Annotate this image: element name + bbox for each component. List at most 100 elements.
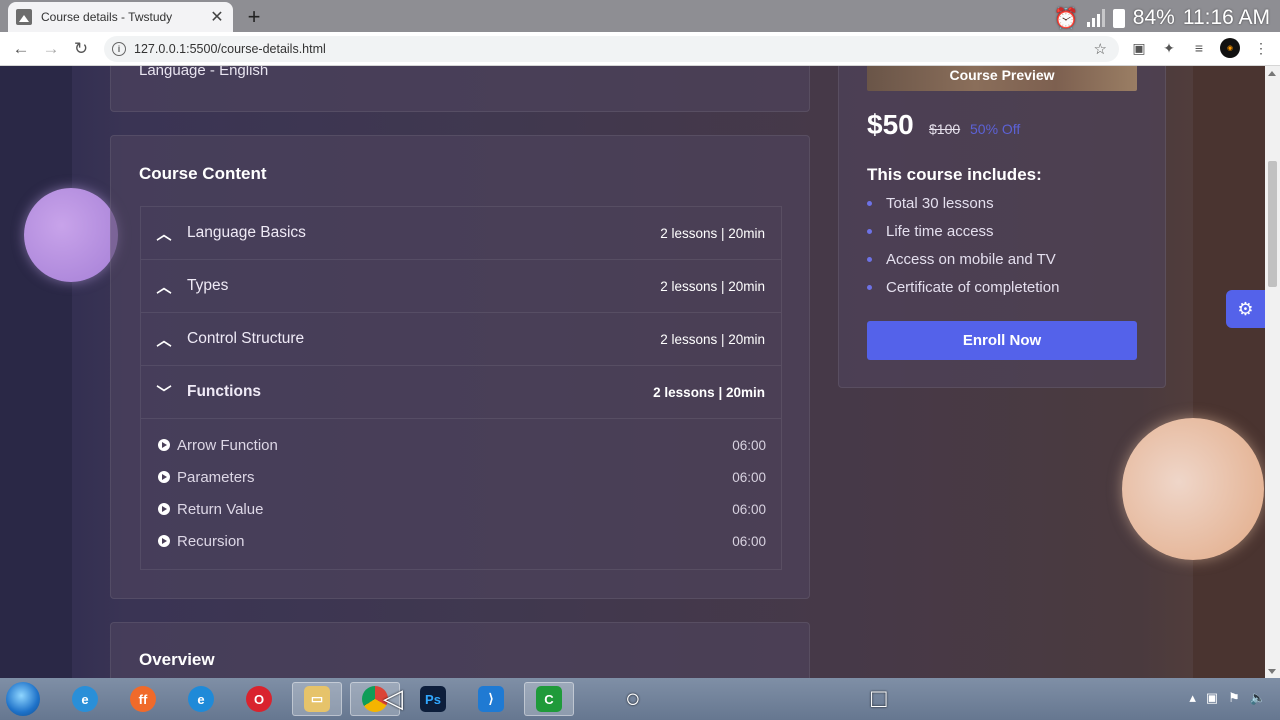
taskbar-vscode[interactable]: ⟩	[466, 682, 516, 716]
section-meta: 2 lessons | 20min	[660, 331, 765, 347]
includes-text: Life time access	[886, 223, 994, 240]
bullet-icon	[867, 201, 872, 206]
section-title: Types	[187, 277, 229, 294]
lesson-item[interactable]: Return Value 06:00	[158, 497, 766, 521]
tray-arrow-icon[interactable]: ▴	[1189, 690, 1196, 706]
taskbar-camtasia[interactable]: C	[524, 682, 574, 716]
overview-card: Overview	[110, 622, 810, 678]
left-decor-strip	[0, 66, 72, 678]
new-tab-icon[interactable]: +	[244, 4, 264, 30]
forward-arrow-icon[interactable]: →	[36, 39, 66, 59]
decorative-bubble-left	[24, 188, 118, 282]
section-meta: 2 lessons | 20min	[660, 278, 765, 294]
course-preview-label: Course Preview	[949, 67, 1055, 83]
settings-gear-icon[interactable]: ⚙	[1226, 290, 1265, 328]
scroll-up-arrow-icon[interactable]	[1268, 71, 1276, 76]
purchase-card: Course Preview $50 $100 50% Off This cou…	[838, 66, 1166, 388]
android-recents-icon[interactable]: □	[871, 683, 887, 714]
camtasia-icon: C	[536, 686, 562, 712]
course-preview-image[interactable]: Course Preview	[867, 66, 1137, 91]
extension-toolbar: ▣ ✦ ≡ ◉ ⋮	[1130, 38, 1270, 58]
signal-icon	[1086, 9, 1105, 27]
bookmark-star-icon[interactable]: ☆	[1094, 40, 1107, 58]
section-title: Functions	[187, 383, 262, 400]
bullet-icon	[867, 257, 872, 262]
taskbar-edge[interactable]: e	[176, 682, 226, 716]
play-circle-icon	[158, 503, 170, 515]
price-original: $100	[929, 121, 961, 137]
course-accordion: ︿ Language Basics 2 lessons | 20min ︿ Ty…	[140, 206, 782, 570]
overview-title: Overview	[139, 650, 215, 669]
volume-icon[interactable]: 🔈	[1250, 690, 1266, 706]
section-meta: 2 lessons | 20min	[653, 384, 765, 400]
browser-tab[interactable]: Course details - Twstudy ✕	[8, 2, 233, 32]
accordion-section-control-structure[interactable]: ︿ Control Structure 2 lessons | 20min	[141, 313, 781, 366]
chevron-down-icon: ﹀	[156, 384, 172, 402]
battery-level: 84%	[1132, 6, 1175, 29]
scroll-down-arrow-icon[interactable]	[1268, 669, 1276, 674]
photoshop-icon: Ps	[420, 686, 446, 712]
lesson-item[interactable]: Arrow Function 06:00	[158, 433, 766, 457]
enroll-now-button[interactable]: Enroll Now	[867, 321, 1137, 360]
android-back-icon[interactable]: ◁	[383, 683, 403, 714]
course-content-title: Course Content	[139, 164, 267, 183]
course-content-card: Course Content ︿ Language Basics 2 lesso…	[110, 135, 810, 599]
battery-icon	[1112, 8, 1125, 28]
lesson-item[interactable]: Recursion 06:00	[158, 529, 766, 553]
profile-avatar[interactable]: ◉	[1220, 38, 1240, 58]
image-favicon-icon	[16, 9, 32, 25]
bullet-icon	[867, 229, 872, 234]
bullet-icon	[867, 285, 872, 290]
right-decor-strip	[1193, 66, 1265, 678]
accordion-section-language-basics[interactable]: ︿ Language Basics 2 lessons | 20min	[141, 207, 781, 260]
folder-icon: ▭	[304, 686, 330, 712]
chevron-up-icon: ︿	[156, 225, 172, 243]
clock: 11:16 AM	[1182, 6, 1270, 29]
camera-icon[interactable]: ▣	[1130, 40, 1148, 57]
puzzle-extensions-icon[interactable]: ✦	[1160, 40, 1178, 57]
lesson-item[interactable]: Parameters 06:00	[158, 465, 766, 489]
info-icon[interactable]: i	[112, 42, 126, 56]
internet-explorer-icon: e	[72, 686, 98, 712]
includes-item: Certificate of completetion	[867, 279, 1059, 296]
chevron-up-icon: ︿	[156, 278, 172, 296]
url-field[interactable]: i 127.0.0.1:5500/course-details.html ☆	[104, 36, 1119, 62]
section-title: Language Basics	[187, 224, 306, 241]
section-title: Control Structure	[187, 330, 305, 347]
taskbar-explorer[interactable]: ▭	[292, 682, 342, 716]
taskbar-photoshop[interactable]: Ps	[408, 682, 458, 716]
network-icon[interactable]: ▣	[1206, 690, 1218, 706]
page-scrollbar[interactable]	[1265, 66, 1280, 678]
close-icon[interactable]: ✕	[209, 7, 225, 27]
lesson-name: Return Value	[177, 500, 264, 518]
lesson-name: Arrow Function	[177, 436, 278, 454]
edge-icon: e	[188, 686, 214, 712]
taskbar-opera[interactable]: O	[234, 682, 284, 716]
lesson-name: Recursion	[177, 532, 245, 550]
includes-item: Life time access	[867, 223, 994, 240]
includes-text: Total 30 lessons	[886, 195, 994, 212]
taskbar-ie[interactable]: e	[60, 682, 110, 716]
start-button[interactable]	[6, 682, 40, 716]
includes-item: Access on mobile and TV	[867, 251, 1056, 268]
play-circle-icon	[158, 471, 170, 483]
taskbar-firefox[interactable]: ff	[118, 682, 168, 716]
flag-icon[interactable]: ⚑	[1228, 690, 1240, 706]
language-line: Language - English	[139, 66, 269, 79]
alarm-icon: ⏰	[1053, 7, 1079, 30]
lesson-duration: 06:00	[732, 437, 766, 453]
accordion-section-types[interactable]: ︿ Types 2 lessons | 20min	[141, 260, 781, 313]
kebab-menu-icon[interactable]: ⋮	[1252, 40, 1270, 57]
back-arrow-icon[interactable]: ←	[6, 39, 36, 59]
scrollbar-thumb[interactable]	[1268, 161, 1277, 287]
price-current: $50	[867, 109, 914, 140]
decorative-bubble-right	[1122, 418, 1264, 560]
reload-icon[interactable]: ↻	[66, 39, 96, 59]
includes-text: Access on mobile and TV	[886, 251, 1056, 268]
includes-item: Total 30 lessons	[867, 195, 994, 212]
play-circle-icon	[158, 535, 170, 547]
reading-list-icon[interactable]: ≡	[1190, 40, 1208, 56]
includes-text: Certificate of completetion	[886, 279, 1060, 296]
accordion-section-functions[interactable]: ﹀ Functions 2 lessons | 20min	[141, 366, 781, 419]
android-home-icon[interactable]: ○	[625, 683, 641, 714]
